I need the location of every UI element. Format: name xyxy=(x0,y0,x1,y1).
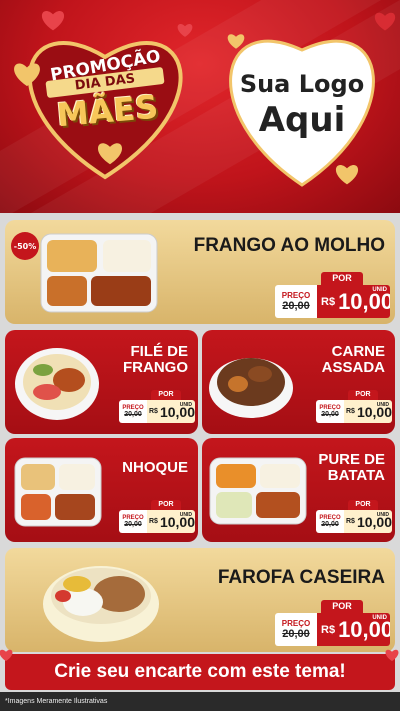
item-name-line1: FILÉ DE xyxy=(130,343,188,360)
old-price: 20,00 xyxy=(282,300,310,312)
item-name-line2: BATATA xyxy=(327,466,385,484)
unit-label: UNID xyxy=(376,402,389,408)
menu-item-card[interactable]: FILÉ DE FRANGO POR PREÇO 20,00 R$ 10,00 … xyxy=(5,330,198,434)
heart-icon xyxy=(0,649,13,662)
price-por-label: POR xyxy=(151,500,181,510)
old-price: 20,00 xyxy=(124,411,142,418)
old-price: 20,00 xyxy=(321,411,339,418)
unit-label: UNID xyxy=(179,402,192,408)
item-name: NHOQUE xyxy=(122,459,188,476)
unit-label: UNID xyxy=(179,512,192,518)
food-photo xyxy=(209,457,307,525)
food-photo xyxy=(209,358,293,418)
cta-banner[interactable]: Crie seu encarte com este tema! xyxy=(5,654,395,690)
item-name: FRANGO AO MOLHO xyxy=(193,235,385,256)
logo-text-line2: Aqui xyxy=(258,100,346,140)
food-photo xyxy=(15,348,99,420)
discount-badge: -50% xyxy=(11,232,39,260)
price-por-label: POR xyxy=(321,600,363,613)
menu-item-card[interactable]: FAROFA CASEIRA POR PREÇO 20,00 R$ 10,00 … xyxy=(5,548,395,652)
unit-label: UNID xyxy=(372,615,387,621)
old-price: 20,00 xyxy=(321,521,339,528)
price-tag: POR PREÇO 20,00 R$ 10,00 UNID xyxy=(119,500,195,534)
heart-icon xyxy=(385,649,399,662)
gold-heart-icon xyxy=(97,143,123,165)
item-name-line1: PURE DE xyxy=(318,451,385,468)
unit-label: UNID xyxy=(372,287,387,293)
price-tag: POR PREÇO 20,00 R$ 10,00 UNID xyxy=(275,272,390,320)
item-name: FILÉ DE FRANGO xyxy=(123,344,188,376)
menu-item-card[interactable]: PURE DE BATATA POR PREÇO 20,00 R$ 10,00 … xyxy=(202,438,395,542)
price-tag: POR PREÇO 20,00 R$ 10,00 UNID xyxy=(316,390,392,424)
currency: R$ xyxy=(346,408,355,415)
price-por-label: POR xyxy=(321,272,363,285)
price-tag: POR PREÇO 20,00 R$ 10,00 UNID xyxy=(275,600,390,648)
price-por-label: POR xyxy=(348,390,378,400)
price-por-label: POR xyxy=(348,500,378,510)
currency: R$ xyxy=(321,295,336,308)
old-price: 20,00 xyxy=(124,521,142,528)
item-name-line2: ASSADA xyxy=(321,358,385,376)
price-por-label: POR xyxy=(151,390,181,400)
currency: R$ xyxy=(346,518,355,525)
disclaimer: *Imagens Meramente Ilustrativas xyxy=(0,692,400,711)
item-name-line2: FRANGO xyxy=(123,358,188,376)
old-price: 20,00 xyxy=(282,628,310,640)
food-photo xyxy=(40,233,158,313)
price-tag: POR PREÇO 20,00 R$ 10,00 UNID xyxy=(119,390,195,424)
menu-item-card[interactable]: NHOQUE POR PREÇO 20,00 R$ 10,00 UNID xyxy=(5,438,198,542)
menu-item-card[interactable]: CARNE ASSADA POR PREÇO 20,00 R$ 10,00 UN… xyxy=(202,330,395,434)
price-label: PREÇO xyxy=(281,619,311,628)
item-name: PURE DE BATATA xyxy=(318,452,385,484)
menu-item-card[interactable]: -50% FRANGO AO MOLHO POR PREÇO 20,00 R$ … xyxy=(5,220,395,324)
logo-text-line1: Sua Logo xyxy=(239,70,365,98)
item-name: FAROFA CASEIRA xyxy=(217,567,385,588)
unit-label: UNID xyxy=(376,512,389,518)
price-label: PREÇO xyxy=(281,291,311,300)
food-photo xyxy=(14,457,102,527)
header-banner: PROMOÇÃO DIA DAS MÃES Sua Logo Aqui xyxy=(0,0,400,213)
currency: R$ xyxy=(321,623,336,636)
currency: R$ xyxy=(149,518,158,525)
item-name-line1: CARNE xyxy=(331,343,385,360)
price-tag: POR PREÇO 20,00 R$ 10,00 UNID xyxy=(316,500,392,534)
currency: R$ xyxy=(149,408,158,415)
food-photo xyxy=(43,566,159,642)
item-name: CARNE ASSADA xyxy=(322,344,385,376)
